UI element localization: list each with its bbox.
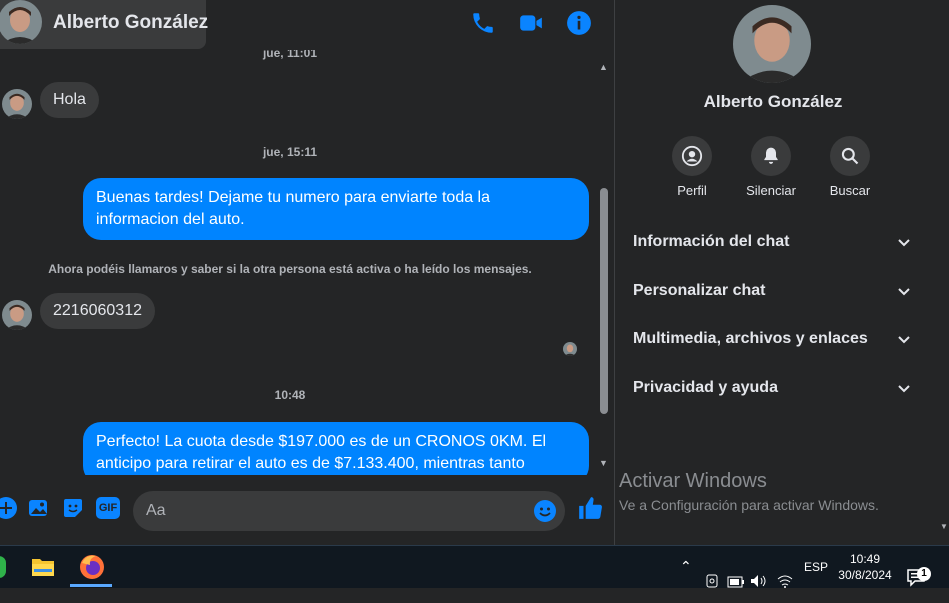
chat-panel: Alberto González jue, 11:01 Hola jue, 15… [0,0,614,545]
search-icon[interactable] [830,136,870,176]
message-list[interactable]: jue, 11:01 Hola jue, 15:11 Buenas tardes… [0,50,597,475]
contact-name: Alberto González [53,12,209,33]
avatar[interactable] [2,300,32,330]
chat-info-panel: Alberto González Perfil Silenciar Buscar… [615,0,949,545]
section-label: Personalizar chat [633,282,766,299]
message-input-placeholder: Aa [146,502,166,519]
clock[interactable]: 10:49 30/8/2024 [834,551,896,583]
chevron-down-icon [898,288,910,296]
sticker-icon[interactable] [61,496,85,520]
section-privacy-help[interactable]: Privacidad y ayuda [615,369,931,409]
avatar[interactable] [2,89,32,119]
message-input[interactable]: Aa [133,491,565,531]
chevron-down-icon [898,239,910,247]
timestamp: 10:48 [274,388,306,402]
section-label: Información del chat [633,233,790,250]
message-bubble-outgoing[interactable]: Perfecto! La cuota desde $197.000 es de … [83,422,589,475]
chevron-down-icon [898,385,910,393]
video-icon[interactable] [518,10,544,36]
timestamp: jue, 11:01 [262,50,318,60]
photo-icon[interactable] [27,496,51,520]
chat-scrollbar[interactable]: ▲ ▼ [597,58,611,473]
profile-action[interactable]: Perfil [652,136,732,198]
device-icon[interactable] [705,560,719,602]
section-customize-chat[interactable]: Personalizar chat [615,272,931,312]
battery-icon[interactable] [727,561,745,603]
file-explorer-icon[interactable] [31,556,55,578]
plus-icon[interactable] [0,496,18,520]
watermark-title: Activar Windows [619,470,767,492]
chevron-up-icon[interactable]: ⌃ [680,558,692,600]
scroll-up-arrow-icon[interactable]: ▲ [599,62,608,72]
avatar[interactable] [0,0,42,44]
clock-date: 30/8/2024 [838,568,892,582]
search-label: Buscar [829,183,871,198]
encryption-notice: Ahora podéis llamaros y saber si la otra… [48,262,532,276]
section-label: Privacidad y ayuda [633,379,778,396]
info-icon[interactable] [566,10,592,36]
scrollbar-thumb[interactable] [600,188,608,414]
windows-activation-watermark: Activar Windows Ve a Configuración para … [619,470,879,513]
message-bubble-incoming[interactable]: 2216060312 [40,293,155,329]
search-action[interactable]: Buscar [810,136,890,198]
message-bubble-incoming[interactable]: Hola [40,82,99,118]
panel-scrollbar[interactable]: ▼ [937,0,949,545]
mute-action[interactable]: Silenciar [731,136,811,198]
phone-icon[interactable] [470,10,496,36]
scroll-down-arrow-icon[interactable]: ▼ [940,522,948,531]
timestamp: jue, 15:11 [262,145,318,159]
watermark-subtitle: Ve a Configuración para activar Windows. [619,497,879,513]
profile-label: Perfil [677,183,707,198]
notification-badge: 1 [917,567,931,581]
volume-icon[interactable] [750,560,768,602]
language-indicator[interactable]: ESP [804,560,828,602]
gif-icon[interactable]: GIF [96,497,120,519]
clock-time: 10:49 [849,552,881,566]
app-icon[interactable] [0,556,6,578]
firefox-icon[interactable] [79,554,105,580]
section-chat-info[interactable]: Información del chat [615,223,931,263]
profile-icon[interactable] [672,136,712,176]
section-media-files-links[interactable]: Multimedia, archivos y enlaces [615,320,931,360]
windows-taskbar: ⌃ ESP 10:49 30/8/2024 1 [0,545,949,588]
wifi-icon[interactable] [777,560,793,602]
chevron-down-icon [898,336,910,344]
composer: GIF Aa [0,483,614,538]
bell-icon[interactable] [751,136,791,176]
section-label: Multimedia, archivos y enlaces [633,330,868,347]
like-icon[interactable] [577,495,603,521]
seen-avatar [563,342,577,356]
contact-chip[interactable]: Alberto González [0,0,209,49]
emoji-icon[interactable] [533,499,557,523]
contact-name: Alberto González [703,92,843,111]
message-bubble-outgoing[interactable]: Buenas tardes! Dejame tu numero para env… [83,178,589,240]
avatar[interactable] [733,5,811,83]
scroll-down-arrow-icon[interactable]: ▼ [599,458,608,468]
messenger-window: Alberto González jue, 11:01 Hola jue, 15… [0,0,949,545]
mute-label: Silenciar [746,183,796,198]
chat-header: Alberto González [0,0,614,50]
